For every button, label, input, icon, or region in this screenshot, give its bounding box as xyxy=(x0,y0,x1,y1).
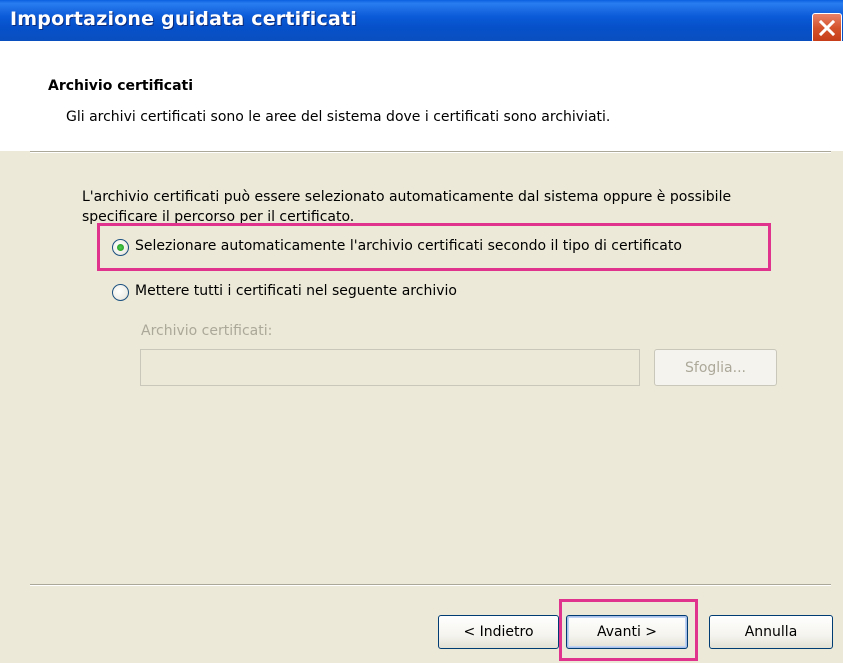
highlight-frame-next xyxy=(559,599,698,661)
close-button[interactable] xyxy=(812,13,842,43)
wizard-header xyxy=(0,41,843,151)
close-icon xyxy=(819,20,835,36)
certificate-import-wizard-window: Importazione guidata certificati Archivi… xyxy=(0,0,843,663)
store-input[interactable] xyxy=(140,349,640,386)
footer-separator xyxy=(30,584,831,586)
description-text: L'archivio certificati può essere selezi… xyxy=(82,189,732,225)
header-separator xyxy=(30,151,831,153)
title-bar[interactable]: Importazione guidata certificati xyxy=(0,0,843,43)
highlight-frame-option xyxy=(97,223,771,271)
page-subtitle: Gli archivi certificati sono le aree del… xyxy=(66,109,611,125)
window-title: Importazione guidata certificati xyxy=(10,8,357,30)
radio-manual-store[interactable] xyxy=(112,284,129,301)
cancel-button[interactable]: Annulla xyxy=(709,615,833,649)
back-button[interactable]: < Indietro xyxy=(438,615,559,649)
page-title: Archivio certificati xyxy=(48,78,194,94)
radio-manual-store-label[interactable]: Mettere tutti i certificati nel seguente… xyxy=(135,283,457,299)
browse-button[interactable]: Sfoglia... xyxy=(654,349,777,386)
store-field-label: Archivio certificati: xyxy=(141,323,273,339)
